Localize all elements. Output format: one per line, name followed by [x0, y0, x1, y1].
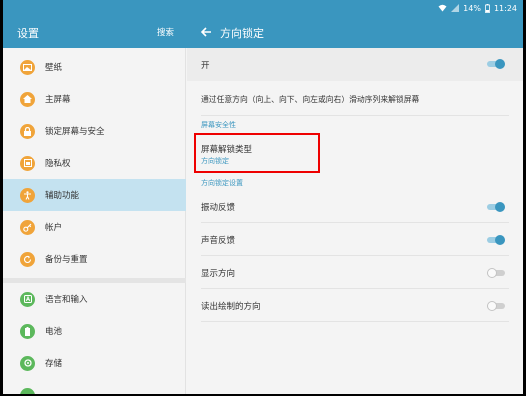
battery-percent: 14%	[463, 3, 481, 13]
storage-icon	[20, 355, 35, 371]
vibration-feedback-toggle[interactable]	[487, 202, 505, 212]
option-label: 读出绘制的方向	[201, 302, 261, 312]
section-header-settings: 方向锁定设置	[201, 179, 243, 187]
clock: 11:24	[493, 3, 517, 13]
settings-sidebar: 壁纸 主屏幕 锁定屏幕与安全 隐私权 辅助功能 帐户 备份与重置 语言和输入 电…	[3, 48, 186, 394]
back-arrow-icon[interactable]	[197, 23, 215, 41]
search-button[interactable]: 搜索	[157, 26, 174, 38]
sidebar-item-label: 帐户	[45, 223, 63, 233]
sidebar-item-label: 壁纸	[45, 63, 63, 73]
sidebar-item-backup-reset[interactable]: 备份与重置	[3, 243, 186, 275]
master-switch-row[interactable]: 开	[187, 48, 523, 81]
app-bar: 设置 搜索 方向锁定	[3, 16, 523, 48]
settings-icon	[20, 387, 35, 394]
option-row[interactable]: 声音反馈	[187, 223, 523, 256]
sidebar-item-accessibility[interactable]: 辅助功能	[3, 179, 186, 211]
backup-icon	[20, 251, 35, 267]
sidebar-item-label: 存储	[45, 359, 63, 369]
unlock-type-label: 屏幕解锁类型	[201, 145, 253, 155]
option-label: 声音反馈	[201, 236, 236, 246]
battery-icon	[485, 3, 490, 13]
description-row: 通过任意方向（向上、向下、向左或向右）滑动序列来解锁屏幕	[187, 81, 523, 116]
sidebar-item-label: 辅助功能	[45, 191, 80, 201]
sidebar-item-battery[interactable]: 电池	[3, 315, 186, 347]
sidebar-item-cut-off[interactable]	[3, 379, 186, 394]
option-row[interactable]: 振动反馈	[187, 190, 523, 223]
home-icon	[20, 91, 35, 107]
unlock-type-row[interactable]: 屏幕解锁类型 方向锁定	[187, 132, 523, 173]
signal-icon	[451, 4, 460, 12]
master-toggle[interactable]	[487, 59, 505, 69]
key-icon	[20, 219, 35, 235]
page-title: 方向锁定	[220, 27, 264, 40]
sidebar-item-accounts[interactable]: 帐户	[3, 211, 186, 243]
show-direction-toggle[interactable]	[487, 268, 505, 278]
sidebar-item-label: 备份与重置	[45, 255, 88, 265]
read-direction-toggle[interactable]	[487, 301, 505, 311]
master-switch-label: 开	[201, 61, 210, 71]
wifi-icon	[438, 4, 447, 12]
sidebar-item-label: 电池	[45, 327, 63, 337]
option-row[interactable]: 读出绘制的方向	[187, 289, 523, 322]
accessibility-icon	[20, 187, 35, 203]
section-header-security: 屏幕安全性	[201, 121, 236, 129]
settings-title: 设置	[17, 27, 39, 40]
sidebar-item-lock-screen[interactable]: 锁定屏幕与安全	[3, 115, 186, 147]
sidebar-item-label: 主屏幕	[45, 95, 71, 105]
sidebar-item-label: 锁定屏幕与安全	[45, 127, 105, 137]
option-row[interactable]: 显示方向	[187, 256, 523, 289]
screen: 14% 11:24 设置 搜索 方向锁定 壁纸 主屏幕 锁定屏幕与安全 隐私权 …	[3, 0, 523, 394]
sidebar-item-language-input[interactable]: 语言和输入	[3, 283, 186, 315]
unlock-type-value: 方向锁定	[201, 157, 229, 165]
sound-feedback-toggle[interactable]	[487, 235, 505, 245]
language-icon	[20, 291, 35, 307]
detail-panel: 开 通过任意方向（向上、向下、向左或向右）滑动序列来解锁屏幕 屏幕安全性 屏幕解…	[187, 48, 523, 394]
privacy-icon	[20, 155, 35, 171]
sidebar-item-privacy[interactable]: 隐私权	[3, 147, 186, 179]
option-label: 显示方向	[201, 269, 236, 279]
sidebar-item-home-screen[interactable]: 主屏幕	[3, 83, 186, 115]
status-bar: 14% 11:24	[3, 0, 523, 16]
sidebar-item-label: 语言和输入	[45, 295, 88, 305]
description-text: 通过任意方向（向上、向下、向左或向右）滑动序列来解锁屏幕	[201, 95, 420, 104]
lock-icon	[20, 123, 35, 139]
option-label: 振动反馈	[201, 203, 236, 213]
wallpaper-icon	[20, 59, 35, 75]
sidebar-item-wallpaper[interactable]: 壁纸	[3, 51, 186, 83]
sidebar-item-label: 隐私权	[45, 159, 71, 169]
sidebar-item-storage[interactable]: 存储	[3, 347, 186, 379]
battery-icon	[20, 323, 35, 339]
